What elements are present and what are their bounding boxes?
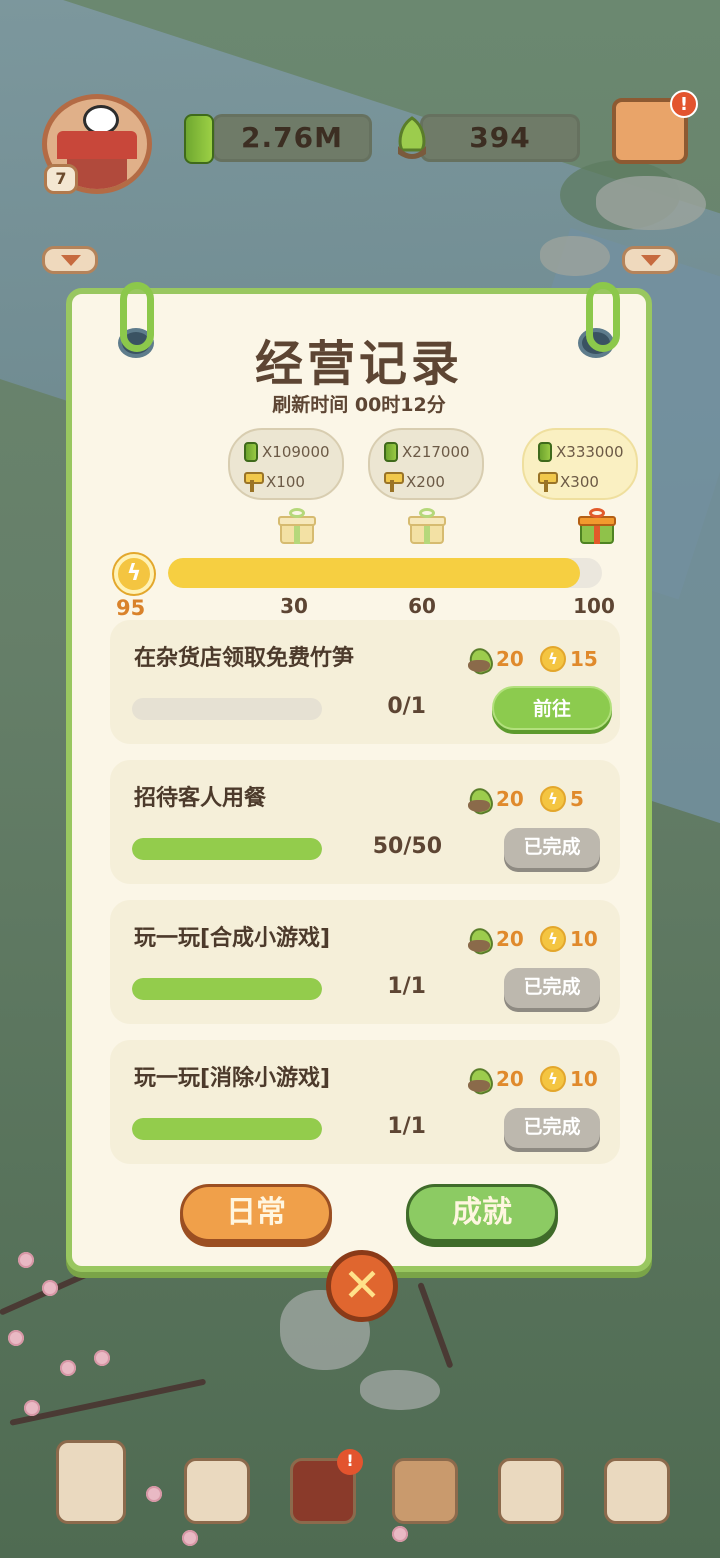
bear-box-icon[interactable] [604,1458,670,1524]
energy-bolt-icon: ϟ [540,646,566,672]
task-progress-bar [132,838,322,860]
bamboo-icon [384,442,398,462]
bamboo-icon [244,442,258,462]
energy-progress-bar [168,558,602,588]
task-name: 招待客人用餐 [134,786,267,811]
store-building-button[interactable]: ! [612,90,698,164]
tab-achievement[interactable]: 成就 [406,1184,558,1242]
task-card: 在杂货店领取免费竹笋 20 ϟ 15 0/1 前往 [110,620,620,744]
task-count: 50/50 [372,834,442,859]
milestone-reward-60[interactable]: X217000 X200 [368,428,484,500]
task-name: 玩一玩[合成小游戏] [134,926,331,951]
task-card: 玩一玩[消除小游戏] 20 ϟ 10 1/1 已完成 [110,1040,620,1164]
paint-roller-icon [384,472,404,492]
paint-roller-icon [538,472,558,492]
paint-roller-icon [244,472,264,492]
go-button[interactable]: 前往 [492,686,612,730]
bamboo-counter[interactable]: 2.76M [212,114,372,162]
bamboo-shoot-icon [466,646,492,672]
shoot-counter[interactable]: 394 [420,114,580,162]
bamboo-shoot-icon [466,1066,492,1092]
close-button[interactable]: ✕ [326,1250,398,1322]
energy-bolt-icon: ϟ [540,926,566,952]
task-count: 1/1 [387,974,426,999]
completed-button[interactable]: 已完成 [504,968,600,1008]
menu-icon[interactable]: ! [290,1449,363,1524]
bamboo-shoot-icon [398,116,426,159]
task-progress-bar [132,1118,322,1140]
energy-progress-fill [168,558,581,588]
task-card: 招待客人用餐 20 ϟ5 50/50 已完成 [110,760,620,884]
milestone-tick: 60 [408,594,436,618]
task-name: 在杂货店领取免费竹笋 [134,646,355,671]
milestone-reward-100[interactable]: X333000 X300 [522,428,638,500]
task-progress-bar [132,978,322,1000]
milestone-tick: 100 [573,594,615,618]
task-count: 0/1 [387,694,426,719]
milestone-tick: 30 [280,594,308,618]
milestone-reward-30[interactable]: X109000 X100 [228,428,344,500]
alert-badge: ! [337,1449,363,1475]
energy-bolt-icon: ϟ [114,554,154,594]
panda-card-icon[interactable] [498,1458,564,1524]
level-badge: 7 [44,164,78,194]
task-progress-bar [132,698,322,720]
collapse-left-button[interactable] [42,246,98,274]
task-name: 玩一玩[消除小游戏] [134,1066,331,1091]
task-count: 1/1 [387,1114,426,1139]
refresh-time: 刷新时间 00时12分 [272,394,446,416]
panel-title: 经营记录 [254,336,463,392]
map-icon[interactable] [56,1440,126,1524]
alert-badge: ! [670,90,698,118]
bamboo-icon [538,442,552,462]
bamboo-icon [184,114,214,164]
completed-button[interactable]: 已完成 [504,828,600,868]
task-card: 玩一玩[合成小游戏] 20 ϟ 10 1/1 已完成 [110,900,620,1024]
gift-icon[interactable] [278,508,316,546]
tab-daily[interactable]: 日常 [180,1184,332,1242]
gift-icon[interactable] [578,508,616,546]
energy-bolt-icon: ϟ [540,1066,566,1092]
bamboo-shoot-icon [466,926,492,952]
bamboo-shoot-icon [466,786,492,812]
business-record-panel: 经营记录 刷新时间 00时12分 X109000 X100 X217000 X2… [66,282,652,1272]
energy-value: 95 [116,596,146,620]
gift-icon[interactable] [408,508,446,546]
completed-button[interactable]: 已完成 [504,1108,600,1148]
energy-bolt-icon: ϟ [540,786,566,812]
paint-bucket-icon[interactable] [184,1458,250,1524]
collapse-right-button[interactable] [622,246,678,274]
mushroom-icon[interactable] [392,1458,458,1524]
